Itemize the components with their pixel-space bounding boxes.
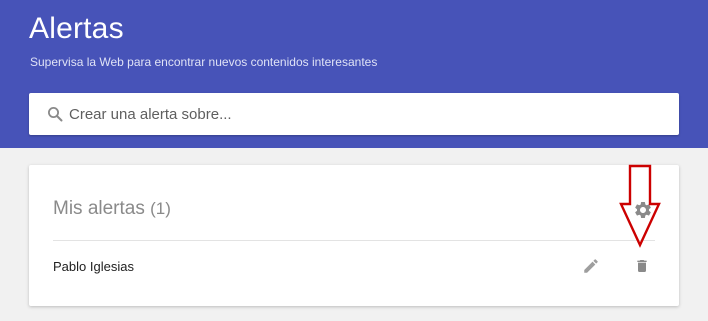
card-title: Mis alertas (1) [53,198,171,220]
card-title-label: Mis alertas [53,198,145,219]
pencil-icon[interactable] [582,257,600,275]
page-subtitle: Supervisa la Web para encontrar nuevos c… [30,55,378,69]
page-title: Alertas [29,12,124,45]
alerts-count: (1) [150,199,171,218]
list-item[interactable]: Pablo Iglesias [29,241,679,296]
my-alerts-card: Mis alertas (1) Pablo Iglesias [29,165,679,306]
trash-icon[interactable] [634,257,650,275]
search-box[interactable] [29,93,679,135]
search-icon [48,107,63,122]
search-input[interactable] [69,93,669,135]
gear-icon[interactable] [633,200,653,220]
alert-name[interactable]: Pablo Iglesias [53,259,134,274]
header-banner: Alertas Supervisa la Web para encontrar … [0,0,708,148]
